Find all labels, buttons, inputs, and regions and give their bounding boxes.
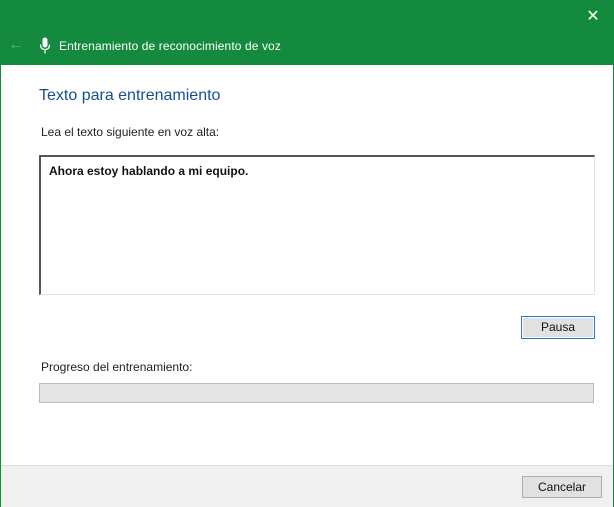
- training-text: Ahora estoy hablando a mi equipo.: [49, 164, 249, 178]
- pause-button[interactable]: Pausa: [521, 316, 595, 339]
- training-progress-bar: [39, 383, 594, 403]
- footer-bar: Cancelar: [1, 465, 613, 507]
- training-text-box: Ahora estoy hablando a mi equipo.: [39, 155, 595, 295]
- close-icon[interactable]: ✕: [581, 5, 605, 29]
- page-heading: Texto para entrenamiento: [39, 87, 221, 104]
- cancel-button[interactable]: Cancelar: [522, 476, 602, 498]
- window-title: Entrenamiento de reconocimiento de voz: [59, 39, 281, 53]
- progress-label: Progreso del entrenamiento:: [41, 360, 193, 374]
- instruction-label: Lea el texto siguiente en voz alta:: [41, 125, 220, 139]
- microphone-icon: [39, 37, 51, 54]
- back-arrow-icon[interactable]: ←: [6, 35, 26, 55]
- speech-training-window: ← Entrenamiento de reconocimiento de voz…: [0, 0, 614, 507]
- title-bar: ← Entrenamiento de reconocimiento de voz…: [1, 1, 613, 65]
